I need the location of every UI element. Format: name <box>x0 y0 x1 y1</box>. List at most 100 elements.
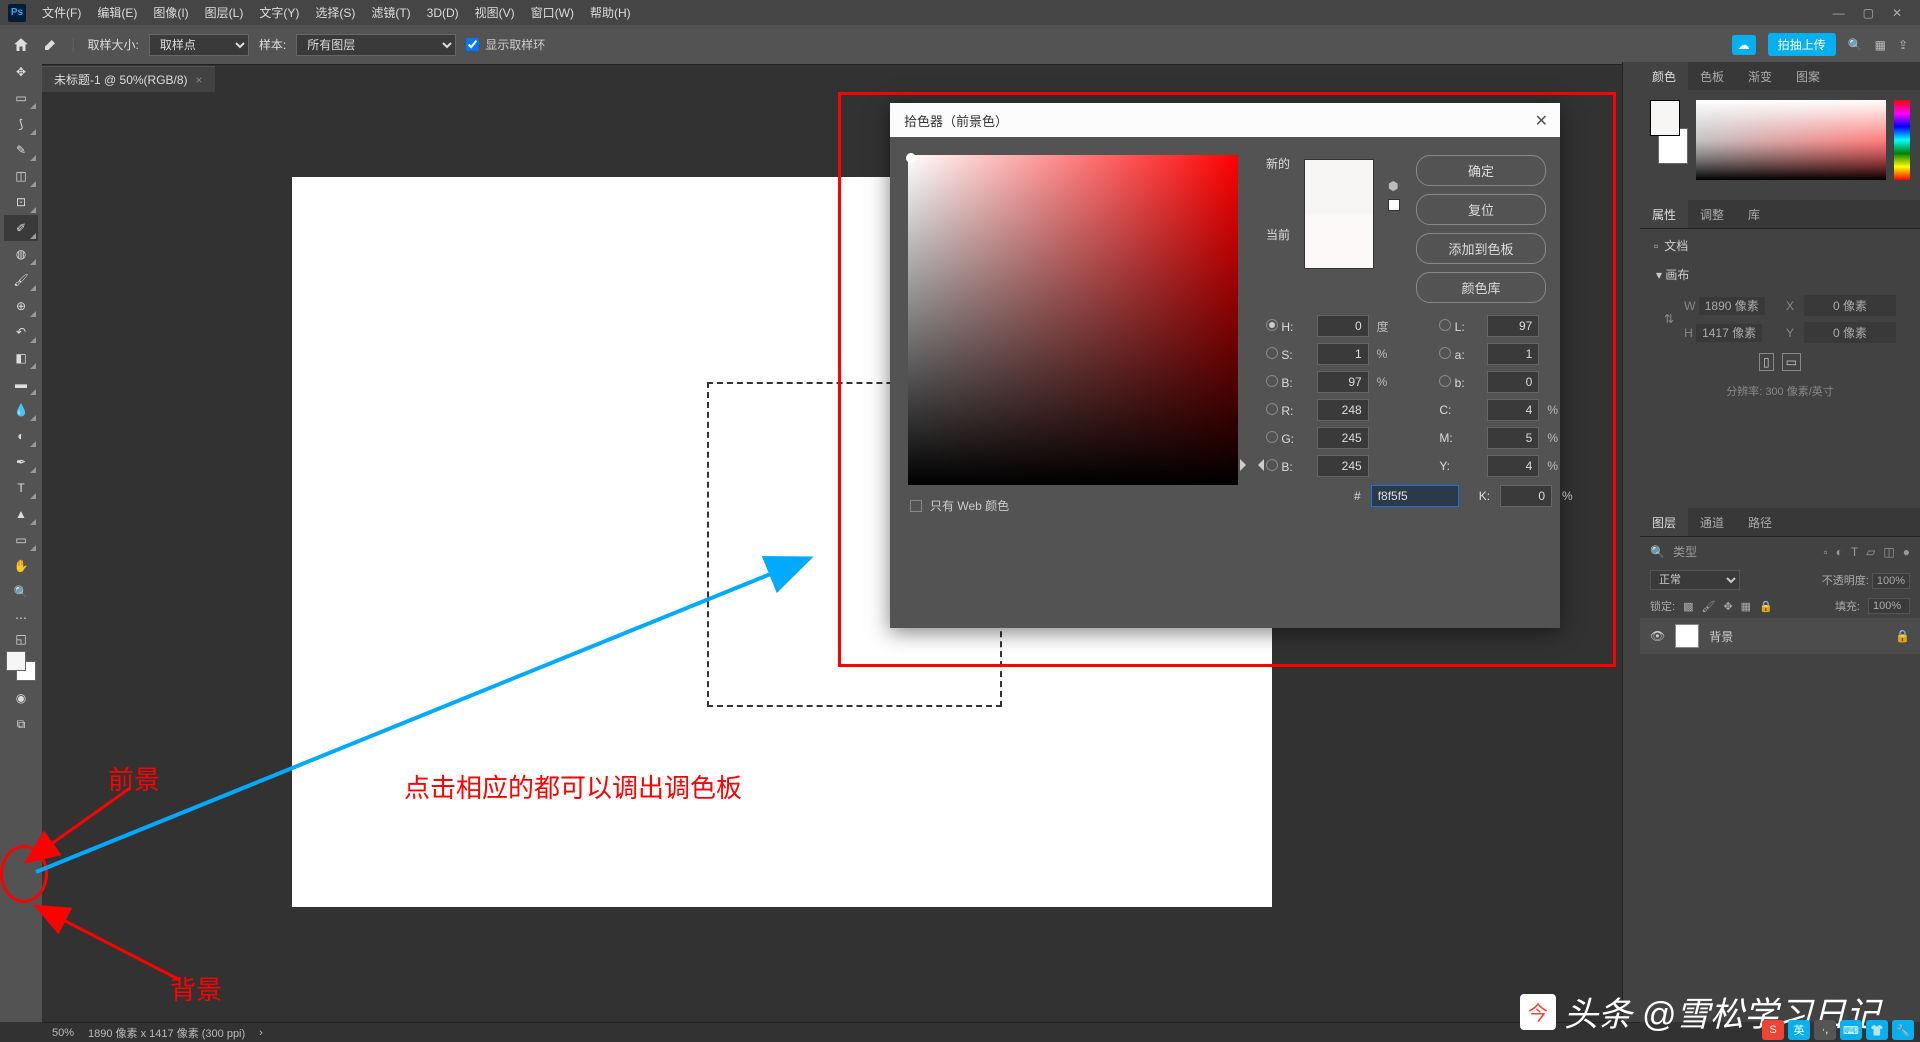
sample-size-select[interactable]: 取样点 <box>149 34 249 56</box>
blend-mode-select[interactable]: 正常 <box>1650 570 1740 590</box>
filter-adj-icon[interactable]: ◐ <box>1836 545 1843 559</box>
fill-value[interactable]: 100% <box>1868 598 1910 614</box>
quick-mask-tool[interactable]: ◉ <box>4 685 38 711</box>
x-value[interactable]: 0 像素 <box>1804 295 1896 316</box>
tab-color[interactable]: 颜色 <box>1640 62 1688 90</box>
k-input[interactable] <box>1500 485 1552 507</box>
home-icon[interactable] <box>12 36 30 54</box>
tab-layers[interactable]: 图层 <box>1640 508 1688 536</box>
portrait-icon[interactable]: ▯ <box>1759 353 1774 371</box>
workspace-icon[interactable]: ▦ <box>1875 38 1886 52</box>
ime-en-icon[interactable]: 英 <box>1788 1020 1810 1040</box>
ime-tool-icon[interactable]: 🔧 <box>1892 1020 1914 1040</box>
fg-bg-swatches[interactable] <box>6 651 36 681</box>
tab-properties[interactable]: 属性 <box>1640 200 1688 228</box>
m-input[interactable] <box>1487 427 1539 449</box>
h-value[interactable]: 1417 像素 <box>1696 324 1762 342</box>
reset-button[interactable]: 复位 <box>1416 194 1546 225</box>
eyedropper-tool[interactable]: ✐ <box>4 215 38 241</box>
b2-input[interactable] <box>1487 371 1539 393</box>
bv-radio[interactable] <box>1266 375 1278 387</box>
tab-libraries[interactable]: 库 <box>1736 200 1772 228</box>
lock-paint-icon[interactable]: 🖌 <box>1701 600 1715 613</box>
w-value[interactable]: 1890 像素 <box>1699 297 1765 315</box>
close-icon[interactable]: ✕ <box>1535 111 1548 131</box>
bv-input[interactable] <box>1317 371 1369 393</box>
add-swatch-button[interactable]: 添加到色板 <box>1416 233 1546 264</box>
tab-paths[interactable]: 路径 <box>1736 508 1784 536</box>
filter-shape-icon[interactable]: ▱ <box>1866 545 1875 559</box>
filter-pixel-icon[interactable]: ▫ <box>1823 545 1827 559</box>
menu-type[interactable]: 文字(Y) <box>251 4 307 21</box>
bb-radio[interactable] <box>1266 459 1278 471</box>
menu-file[interactable]: 文件(F) <box>34 4 89 21</box>
close-window-icon[interactable]: ✕ <box>1892 6 1902 20</box>
brush-tool[interactable]: 🖌 <box>4 267 38 293</box>
dodge-tool[interactable]: ◐ <box>4 423 38 449</box>
g-radio[interactable] <box>1266 431 1278 443</box>
ime-kb-icon[interactable]: ⌨ <box>1840 1020 1862 1040</box>
tab-swatches[interactable]: 色板 <box>1688 62 1736 90</box>
y-input[interactable] <box>1487 455 1539 477</box>
menu-window[interactable]: 窗口(W) <box>523 4 582 21</box>
healing-tool[interactable]: ◍ <box>4 241 38 267</box>
type-tool[interactable]: T <box>4 475 38 501</box>
filter-icon[interactable]: 🔍 <box>1650 545 1665 559</box>
more-tools[interactable]: ⋯ <box>4 605 38 631</box>
menu-edit[interactable]: 编辑(E) <box>89 4 145 21</box>
h-input[interactable] <box>1317 315 1369 337</box>
bb2-radio[interactable] <box>1439 375 1451 387</box>
foreground-swatch[interactable] <box>6 651 26 671</box>
cloud-button[interactable]: ☁ <box>1732 35 1756 55</box>
default-colors-icon[interactable]: ◱ <box>4 631 38 647</box>
document-tab[interactable]: 未标题-1 @ 50%(RGB/8) × <box>42 66 215 92</box>
lock-nest-icon[interactable]: ▦ <box>1741 600 1751 613</box>
sv-field[interactable] <box>908 155 1238 485</box>
sample-select[interactable]: 所有图层 <box>296 34 456 56</box>
r-input[interactable] <box>1317 399 1369 421</box>
collapsed-panel-strip[interactable] <box>1622 62 1640 1022</box>
share-icon[interactable]: ⇪ <box>1898 38 1908 52</box>
close-tab-icon[interactable]: × <box>196 73 203 87</box>
color-spectrum[interactable] <box>1696 100 1886 180</box>
link-icon[interactable]: ⇅ <box>1664 312 1674 326</box>
r-radio[interactable] <box>1266 403 1278 415</box>
g-input[interactable] <box>1317 427 1369 449</box>
l-radio[interactable] <box>1439 319 1451 331</box>
frame-tool[interactable]: ⊡ <box>4 189 38 215</box>
screen-mode-tool[interactable]: ⧉ <box>4 711 38 737</box>
visibility-icon[interactable]: 👁 <box>1650 629 1665 643</box>
status-chevron-icon[interactable]: › <box>259 1027 263 1039</box>
menu-filter[interactable]: 滤镜(T) <box>363 4 418 21</box>
crop-tool[interactable]: ◫ <box>4 163 38 189</box>
dialog-title-bar[interactable]: 拾色器（前景色） ✕ <box>890 103 1560 137</box>
c-input[interactable] <box>1487 399 1539 421</box>
tab-patterns[interactable]: 图案 <box>1784 62 1832 90</box>
hex-input[interactable] <box>1371 485 1459 507</box>
menu-select[interactable]: 选择(S) <box>307 4 363 21</box>
panel-fg-swatch[interactable] <box>1650 100 1680 136</box>
layer-row[interactable]: 👁 背景 🔒 <box>1640 618 1920 654</box>
maximize-icon[interactable]: ▢ <box>1863 6 1874 20</box>
layer-thumbnail[interactable] <box>1675 624 1699 648</box>
menu-layer[interactable]: 图层(L) <box>197 4 252 21</box>
h-radio[interactable] <box>1266 319 1278 331</box>
lock-all-icon[interactable]: 🔒 <box>1759 600 1773 613</box>
sv-cursor[interactable] <box>906 153 916 163</box>
shape-tool[interactable]: ▭ <box>4 527 38 553</box>
menu-view[interactable]: 视图(V) <box>467 4 523 21</box>
s-input[interactable] <box>1317 343 1369 365</box>
pen-tool[interactable]: ✒ <box>4 449 38 475</box>
eraser-tool[interactable]: ◧ <box>4 345 38 371</box>
layer-lock-icon[interactable]: 🔒 <box>1895 629 1910 643</box>
minimize-icon[interactable]: — <box>1833 6 1845 20</box>
filter-type-icon[interactable]: T <box>1851 545 1858 559</box>
quick-select-tool[interactable]: ✎ <box>4 137 38 163</box>
lock-pos-icon[interactable]: ✥ <box>1723 600 1732 613</box>
tab-channels[interactable]: 通道 <box>1688 508 1736 536</box>
a-input[interactable] <box>1487 343 1539 365</box>
landscape-icon[interactable]: ▭ <box>1782 353 1801 371</box>
l-input[interactable] <box>1487 315 1539 337</box>
zoom-tool[interactable]: 🔍 <box>4 579 38 605</box>
lock-trans-icon[interactable]: ▩ <box>1683 600 1693 613</box>
